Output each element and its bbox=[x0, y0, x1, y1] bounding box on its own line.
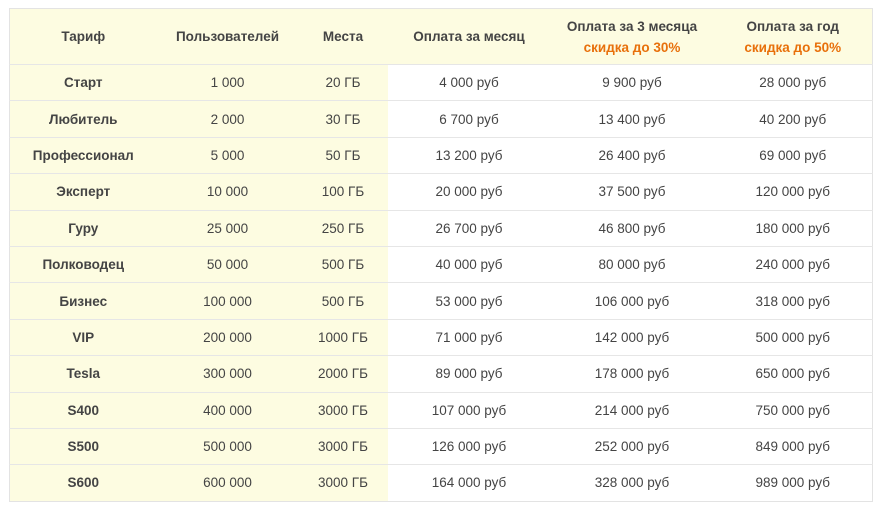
header-quarterly: Оплата за 3 месяца скидка до 30% bbox=[550, 8, 714, 65]
cell-users: 50 000 bbox=[156, 245, 299, 283]
cell-tariff: Любитель bbox=[9, 100, 157, 138]
cell-storage: 100 ГБ bbox=[298, 173, 388, 211]
cell-storage: 20 ГБ bbox=[298, 63, 388, 101]
pricing-table: Тариф Пользователей Места Оплата за меся… bbox=[9, 8, 873, 502]
cell-storage: 50 ГБ bbox=[298, 136, 388, 174]
cell-storage: 30 ГБ bbox=[298, 100, 388, 138]
cell-yearly: 989 000 руб bbox=[713, 464, 873, 502]
cell-quarterly: 178 000 руб bbox=[550, 355, 714, 393]
table-row: S600 600 000 3000 ГБ 164 000 руб 328 000 руб… bbox=[9, 464, 873, 502]
cell-tariff: Гуру bbox=[9, 209, 157, 247]
cell-monthly: 71 000 руб bbox=[387, 318, 551, 356]
cell-yearly: 180 000 руб bbox=[713, 209, 873, 247]
cell-quarterly: 26 400 руб bbox=[550, 136, 714, 174]
cell-yearly: 500 000 руб bbox=[713, 318, 873, 356]
cell-yearly: 650 000 руб bbox=[713, 355, 873, 393]
header-quarterly-label: Оплата за 3 месяца bbox=[566, 18, 698, 34]
cell-monthly: 126 000 руб bbox=[387, 427, 551, 465]
cell-tariff: Полководец bbox=[9, 245, 157, 283]
cell-storage: 3000 ГБ bbox=[298, 391, 388, 429]
cell-users: 25 000 bbox=[156, 209, 299, 247]
cell-monthly: 13 200 руб bbox=[387, 136, 551, 174]
table-header-row: Тариф Пользователей Места Оплата за меся… bbox=[9, 8, 873, 65]
cell-yearly: 750 000 руб bbox=[713, 391, 873, 429]
table-row: Бизнес 100 000 500 ГБ 53 000 руб 106 000 руб… bbox=[9, 282, 873, 320]
cell-monthly: 89 000 руб bbox=[387, 355, 551, 393]
cell-users: 400 000 bbox=[156, 391, 299, 429]
cell-yearly: 40 200 руб bbox=[713, 100, 873, 138]
cell-storage: 250 ГБ bbox=[298, 209, 388, 247]
cell-users: 500 000 bbox=[156, 427, 299, 465]
table-row: Эксперт 10 000 100 ГБ 20 000 руб 37 500 руб 1… bbox=[9, 173, 873, 211]
table-row: S400 400 000 3000 ГБ 107 000 руб 214 000 руб… bbox=[9, 391, 873, 429]
cell-quarterly: 37 500 руб bbox=[550, 173, 714, 211]
cell-quarterly: 328 000 руб bbox=[550, 464, 714, 502]
cell-tariff: S500 bbox=[9, 427, 157, 465]
table-body: Старт 1 000 20 ГБ 4 000 руб 9 900 руб 28 000 … bbox=[9, 63, 873, 502]
cell-storage: 3000 ГБ bbox=[298, 427, 388, 465]
header-yearly: Оплата за год скидка до 50% bbox=[713, 8, 873, 65]
header-yearly-discount: скидка до 50% bbox=[744, 39, 842, 55]
table-row: Профессионал 5 000 50 ГБ 13 200 руб 26 400 р… bbox=[9, 136, 873, 174]
cell-storage: 500 ГБ bbox=[298, 245, 388, 283]
cell-monthly: 4 000 руб bbox=[387, 63, 551, 101]
cell-quarterly: 106 000 руб bbox=[550, 282, 714, 320]
cell-tariff: VIP bbox=[9, 318, 157, 356]
header-users: Пользователей bbox=[156, 8, 299, 65]
table-row: Старт 1 000 20 ГБ 4 000 руб 9 900 руб 28 000 … bbox=[9, 63, 873, 101]
cell-monthly: 26 700 руб bbox=[387, 209, 551, 247]
cell-users: 200 000 bbox=[156, 318, 299, 356]
table-row: Полководец 50 000 500 ГБ 40 000 руб 80 000 р… bbox=[9, 245, 873, 283]
table-row: VIP 200 000 1000 ГБ 71 000 руб 142 000 руб 50… bbox=[9, 318, 873, 356]
cell-monthly: 107 000 руб bbox=[387, 391, 551, 429]
cell-quarterly: 80 000 руб bbox=[550, 245, 714, 283]
cell-tariff: Профессионал bbox=[9, 136, 157, 174]
cell-yearly: 69 000 руб bbox=[713, 136, 873, 174]
cell-monthly: 53 000 руб bbox=[387, 282, 551, 320]
cell-users: 300 000 bbox=[156, 355, 299, 393]
cell-users: 2 000 bbox=[156, 100, 299, 138]
cell-monthly: 164 000 руб bbox=[387, 464, 551, 502]
cell-yearly: 120 000 руб bbox=[713, 173, 873, 211]
cell-storage: 1000 ГБ bbox=[298, 318, 388, 356]
cell-tariff: S600 bbox=[9, 464, 157, 502]
header-yearly-label: Оплата за год bbox=[746, 18, 839, 34]
cell-quarterly: 214 000 руб bbox=[550, 391, 714, 429]
cell-tariff: Tesla bbox=[9, 355, 157, 393]
cell-storage: 500 ГБ bbox=[298, 282, 388, 320]
cell-users: 10 000 bbox=[156, 173, 299, 211]
cell-yearly: 318 000 руб bbox=[713, 282, 873, 320]
cell-quarterly: 9 900 руб bbox=[550, 63, 714, 101]
header-quarterly-discount: скидка до 30% bbox=[583, 39, 681, 55]
cell-quarterly: 13 400 руб bbox=[550, 100, 714, 138]
table-row: Гуру 25 000 250 ГБ 26 700 руб 46 800 руб 180 … bbox=[9, 209, 873, 247]
header-monthly: Оплата за месяц bbox=[387, 8, 551, 65]
cell-tariff: Старт bbox=[9, 63, 157, 101]
cell-users: 1 000 bbox=[156, 63, 299, 101]
cell-tariff: S400 bbox=[9, 391, 157, 429]
table-row: Tesla 300 000 2000 ГБ 89 000 руб 178 000 руб… bbox=[9, 355, 873, 393]
cell-quarterly: 252 000 руб bbox=[550, 427, 714, 465]
cell-storage: 3000 ГБ bbox=[298, 464, 388, 502]
cell-users: 5 000 bbox=[156, 136, 299, 174]
cell-users: 600 000 bbox=[156, 464, 299, 502]
cell-monthly: 6 700 руб bbox=[387, 100, 551, 138]
header-storage: Места bbox=[298, 8, 388, 65]
cell-yearly: 849 000 руб bbox=[713, 427, 873, 465]
pricing-table-container: Тариф Пользователей Места Оплата за меся… bbox=[9, 8, 873, 502]
cell-monthly: 20 000 руб bbox=[387, 173, 551, 211]
cell-tariff: Эксперт bbox=[9, 173, 157, 211]
cell-yearly: 28 000 руб bbox=[713, 63, 873, 101]
cell-quarterly: 142 000 руб bbox=[550, 318, 714, 356]
table-row: Любитель 2 000 30 ГБ 6 700 руб 13 400 руб 40 … bbox=[9, 100, 873, 138]
cell-tariff: Бизнес bbox=[9, 282, 157, 320]
header-tariff: Тариф bbox=[9, 8, 157, 65]
table-row: S500 500 000 3000 ГБ 126 000 руб 252 000 руб… bbox=[9, 427, 873, 465]
cell-monthly: 40 000 руб bbox=[387, 245, 551, 283]
cell-quarterly: 46 800 руб bbox=[550, 209, 714, 247]
cell-users: 100 000 bbox=[156, 282, 299, 320]
cell-storage: 2000 ГБ bbox=[298, 355, 388, 393]
cell-yearly: 240 000 руб bbox=[713, 245, 873, 283]
